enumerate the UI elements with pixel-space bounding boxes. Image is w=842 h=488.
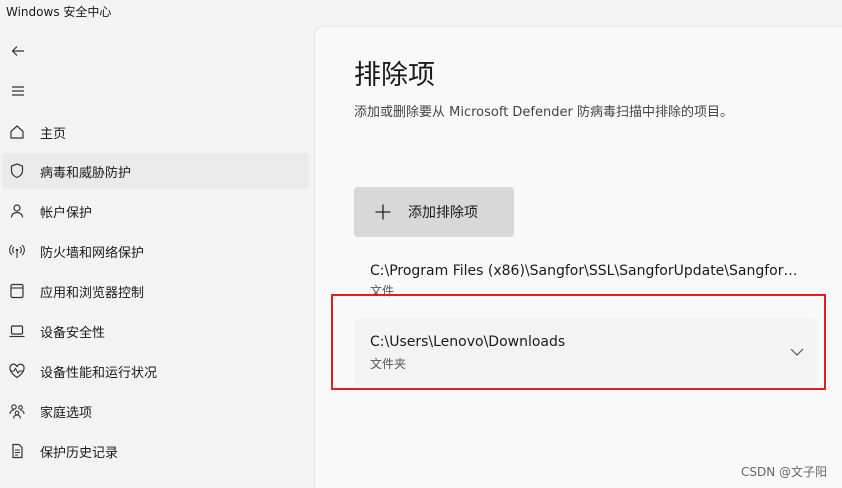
window-title: Windows 安全中心 [6,5,112,19]
hamburger-icon[interactable] [6,79,30,103]
history-icon [7,441,27,461]
exclusion-item-expanded[interactable]: C:\Users\Lenovo\Downloads 文件夹 [355,318,817,386]
person-icon [7,201,27,221]
sidebar-item-device-performance[interactable]: 设备性能和运行状况 [2,353,309,389]
add-exclusion-button[interactable]: 添加排除项 [354,187,514,237]
exclusion-type: 文件 [370,284,395,298]
laptop-icon [7,321,27,341]
watermark: CSDN @文子阳 [740,465,827,479]
sidebar-item-protection-history[interactable]: 保护历史记录 [2,433,309,469]
sidebar-item-label: 保护历史记录 [40,445,119,461]
sidebar-item-label: 病毒和威胁防护 [40,165,132,181]
sidebar-item-account-protection[interactable]: 帐户保护 [2,193,309,229]
sidebar-item-firewall[interactable]: 防火墙和网络保护 [2,233,309,269]
exclusion-path: C:\Users\Lenovo\Downloads [370,334,566,350]
sidebar-item-home[interactable]: 主页 [2,114,309,150]
sidebar-item-family-options[interactable]: 家庭选项 [2,393,309,429]
sidebar-item-label: 家庭选项 [40,405,93,421]
chevron-down-icon[interactable] [789,344,805,360]
sidebar-item-label: 帐户保护 [40,205,93,221]
exclusion-type: 文件夹 [370,357,407,371]
family-icon [7,401,27,421]
home-icon [7,122,27,142]
page-description: 添加或删除要从 Microsoft Defender 防病毒扫描中排除的项目。 [354,105,733,120]
shield-icon [7,161,27,181]
sidebar-item-label: 主页 [40,126,67,142]
sidebar-item-label: 防火墙和网络保护 [40,245,145,261]
plus-icon [375,204,391,220]
sidebar: 主页 病毒和威胁防护 帐户保护 防火墙和网络保护 应用和浏览器控制 设备安全性 [0,26,314,488]
sidebar-item-virus-protection[interactable]: 病毒和威胁防护 [2,153,309,189]
back-arrow-icon[interactable] [6,39,30,63]
main-content: 排除项 添加或删除要从 Microsoft Defender 防病毒扫描中排除的… [314,26,842,488]
sidebar-item-label: 应用和浏览器控制 [40,285,145,301]
sidebar-item-app-browser-control[interactable]: 应用和浏览器控制 [2,273,309,309]
app-window-icon [7,281,27,301]
add-exclusion-label: 添加排除项 [408,205,478,221]
sidebar-item-label: 设备性能和运行状况 [40,365,158,381]
heart-pulse-icon [7,361,27,381]
exclusion-path: C:\Program Files (x86)\Sangfor\SSL\Sangf… [370,263,805,279]
sidebar-item-label: 设备安全性 [40,325,106,341]
exclusion-item[interactable]: C:\Program Files (x86)\Sangfor\SSL\Sangf… [370,263,805,299]
page-title: 排除项 [354,60,435,91]
sidebar-item-device-security[interactable]: 设备安全性 [2,313,309,349]
antenna-icon [7,241,27,261]
